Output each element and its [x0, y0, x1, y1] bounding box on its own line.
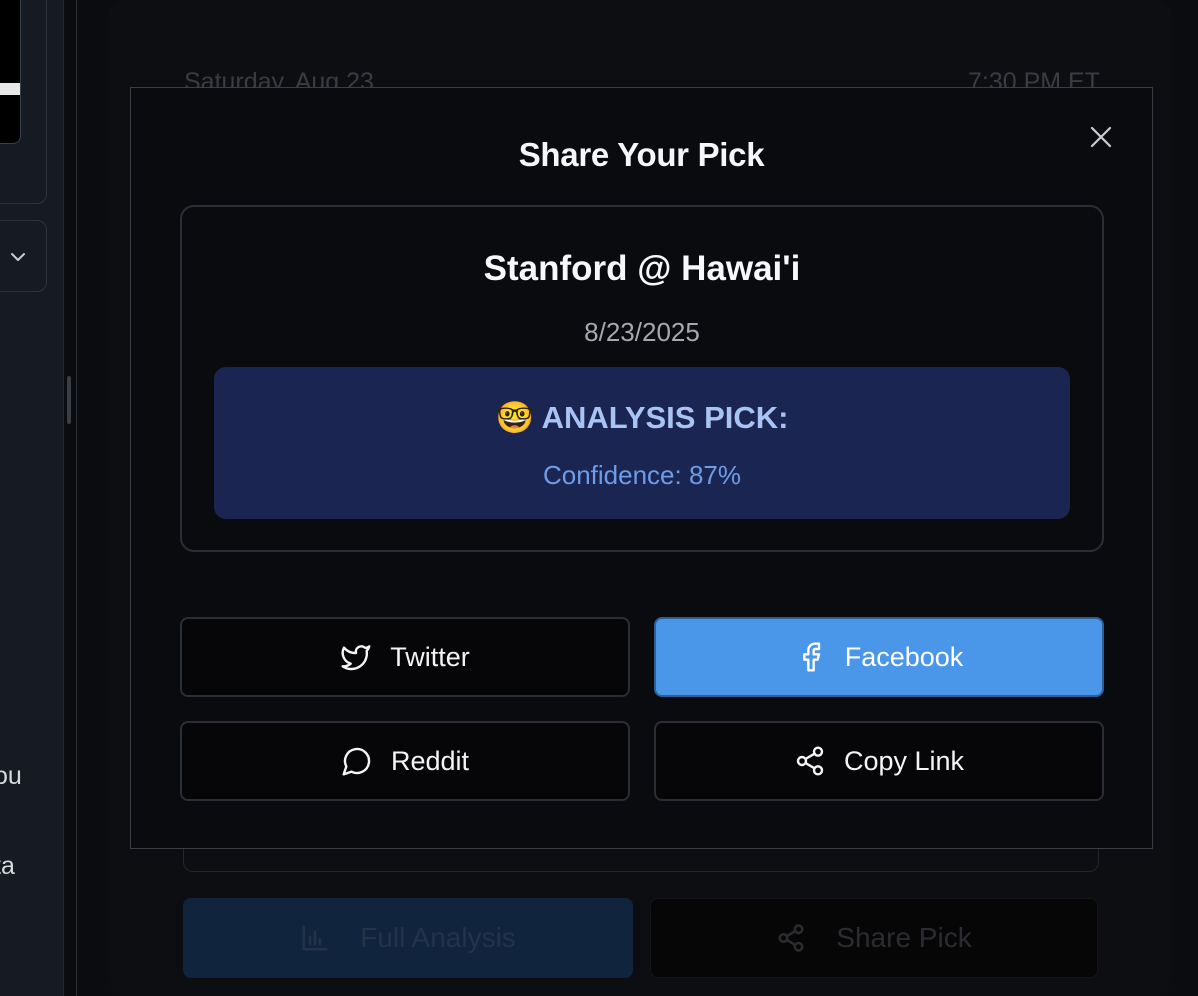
sidebar-text-snippet: ta: [0, 852, 15, 880]
chevron-down-icon: [11, 253, 25, 261]
share-icon: [796, 746, 824, 776]
nerd-face-icon: 🤓: [495, 400, 535, 435]
sidebar-text-snippet: ou: [0, 762, 22, 790]
facebook-icon: [802, 642, 820, 672]
share-pick-label: Share Pick: [836, 922, 972, 953]
twitter-label: Twitter: [390, 641, 470, 672]
sidebar-dropdown[interactable]: [0, 220, 47, 292]
modal-title: Share Your Pick: [518, 136, 765, 173]
share-icon: [778, 924, 804, 952]
share-pick-button[interactable]: Share Pick: [650, 898, 1098, 978]
bar-chart-icon: [302, 925, 328, 951]
message-circle-icon: [342, 747, 371, 776]
panel-divider: [66, 0, 77, 996]
facebook-share-button[interactable]: Facebook: [654, 617, 1104, 697]
sidebar-thumbnail: [0, 0, 21, 144]
confidence-text: Confidence: 87%: [542, 460, 742, 490]
analysis-pick-box: 🤓 ANALYSIS PICK: Confidence: 87%: [214, 367, 1070, 519]
copy-link-label: Copy Link: [843, 745, 965, 776]
sidebar: ou ta: [0, 0, 64, 996]
full-analysis-label: Full Analysis: [360, 922, 516, 953]
reddit-label: Reddit: [390, 745, 470, 776]
matchup-title: Stanford @ Hawai'i: [483, 249, 801, 288]
reddit-share-button[interactable]: Reddit: [180, 721, 630, 801]
share-modal: Share Your Pick Stanford @ Hawai'i 8/23/…: [130, 87, 1153, 849]
pick-date: 8/23/2025: [584, 317, 700, 347]
analysis-pick-heading: 🤓 ANALYSIS PICK:: [214, 399, 1070, 436]
full-analysis-button[interactable]: Full Analysis: [183, 898, 633, 978]
facebook-label: Facebook: [844, 641, 964, 672]
close-icon: [1090, 126, 1112, 148]
resize-handle[interactable]: [67, 376, 71, 424]
copy-link-button[interactable]: Copy Link: [654, 721, 1104, 801]
analysis-pick-label: ANALYSIS PICK:: [541, 400, 789, 435]
close-button[interactable]: [1086, 122, 1116, 152]
twitter-share-button[interactable]: Twitter: [180, 617, 630, 697]
twitter-icon: [341, 645, 371, 671]
pick-preview-card: Stanford @ Hawai'i 8/23/2025 🤓 ANALYSIS …: [180, 205, 1104, 552]
app-root: ou ta Saturday, Aug 23 7:30 PM ET Full A…: [0, 0, 1198, 996]
